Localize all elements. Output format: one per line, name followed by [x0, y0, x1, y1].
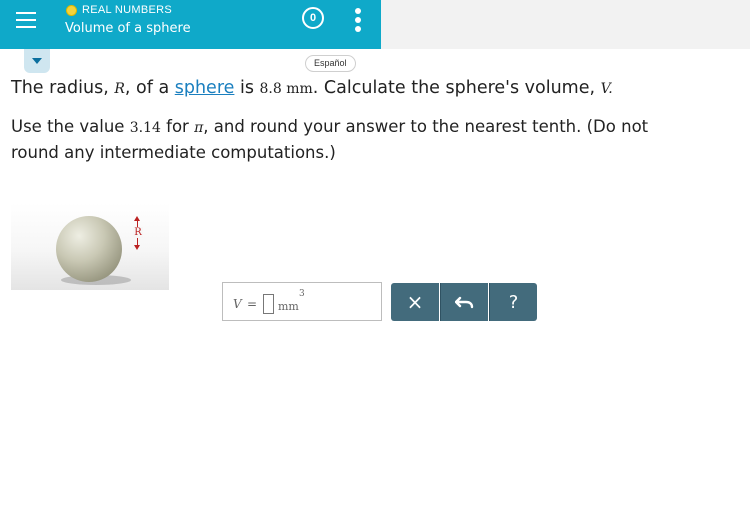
undo-icon	[454, 296, 473, 309]
topic-label: REAL NUMBERS	[82, 4, 172, 16]
sphere-image	[56, 216, 122, 282]
page-title: Volume of a sphere	[65, 21, 191, 36]
clear-button[interactable]: ×	[391, 283, 439, 321]
topic-status-dot	[66, 5, 77, 16]
text-segment: , of a	[124, 78, 175, 98]
chevron-down-icon	[32, 58, 42, 64]
radius-label: R	[133, 227, 143, 238]
text-segment: Use the value	[11, 117, 130, 136]
radius-unit: mm	[286, 81, 313, 97]
header-background	[381, 0, 750, 49]
arrow-down-icon	[134, 245, 140, 250]
radius-value: 8.8	[259, 81, 282, 97]
text-segment: for	[160, 117, 195, 136]
answer-field[interactable]: V = mm 3	[222, 282, 382, 321]
problem-line-2: Use the value 3.14 for π, and round your…	[11, 117, 750, 136]
problem-line-1: The radius, R, of a sphere is 8.8 mm. Ca…	[11, 78, 613, 98]
pi-value: 3.14	[129, 120, 161, 136]
problem-line-3: round any intermediate computations.)	[11, 143, 336, 162]
text-segment: . Calculate the sphere's volume,	[312, 78, 601, 98]
answer-unit: mm	[278, 300, 299, 313]
vertical-dots-icon[interactable]	[353, 8, 363, 32]
text-segment: .	[608, 81, 613, 97]
pi-symbol: π	[194, 120, 204, 136]
answer-equals: =	[247, 297, 258, 311]
text-segment: , and round your answer to the nearest t…	[203, 117, 649, 136]
radius-variable: R	[114, 81, 125, 97]
hamburger-menu-icon[interactable]	[14, 8, 38, 32]
progress-counter[interactable]: 0	[302, 7, 324, 29]
answer-variable: V	[233, 297, 242, 311]
answer-input[interactable]	[263, 294, 274, 314]
text-segment: is	[234, 78, 260, 98]
sphere-definition-link[interactable]: sphere	[175, 78, 235, 98]
language-button[interactable]: Español	[305, 55, 356, 72]
header-bar: REAL NUMBERS Volume of a sphere 0	[0, 0, 381, 49]
collapse-toggle-button[interactable]	[24, 49, 50, 73]
text-segment: The radius,	[11, 78, 115, 98]
radius-marker: R	[131, 216, 145, 250]
help-button[interactable]: ?	[489, 283, 537, 321]
sphere-figure: R	[11, 203, 169, 290]
answer-unit-exponent: 3	[299, 289, 305, 299]
answer-toolbar: × ?	[391, 283, 537, 321]
undo-button[interactable]	[440, 283, 488, 321]
